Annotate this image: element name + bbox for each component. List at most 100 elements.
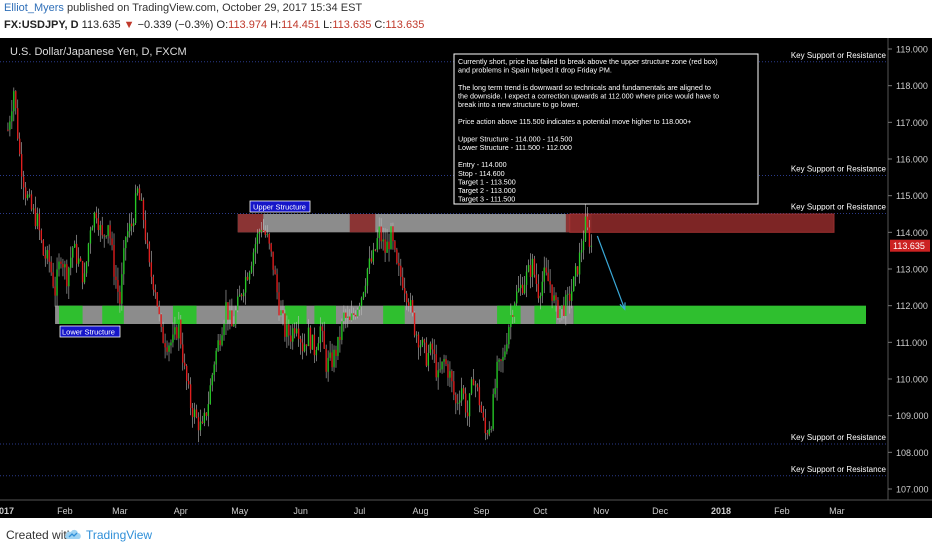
open-value: 113.974 <box>228 19 268 31</box>
candle-down <box>407 302 410 306</box>
candle-down <box>423 339 426 343</box>
candle-up <box>105 235 107 237</box>
candle-down <box>272 251 274 270</box>
candle-down <box>455 394 457 404</box>
candle-up <box>468 393 471 417</box>
candle-down <box>109 225 111 239</box>
candle-down <box>512 315 514 317</box>
candle-down <box>119 291 121 304</box>
candle-up <box>215 350 217 365</box>
price-tick-label: 110.000 <box>896 375 928 385</box>
candle-down <box>191 407 194 418</box>
time-tick-label: Apr <box>174 506 188 516</box>
candle-up <box>252 252 255 266</box>
candle-down <box>160 314 162 327</box>
author-link[interactable]: Elliot_Myers <box>4 2 64 14</box>
candle-up <box>207 404 209 416</box>
candle-up <box>366 268 369 286</box>
candle-up <box>317 343 319 351</box>
candle-down <box>20 154 23 177</box>
candle-down <box>394 241 396 250</box>
candle-up <box>531 258 534 278</box>
candle-down <box>66 264 68 287</box>
high-value: 114.451 <box>281 19 321 31</box>
candle-up <box>239 294 241 297</box>
candle-up <box>368 258 371 269</box>
candle-down <box>219 340 221 346</box>
candle-down <box>278 292 280 316</box>
open-label: O: <box>216 19 229 31</box>
candle-up <box>260 229 263 232</box>
close-value: 113.635 <box>385 19 425 31</box>
candle-down <box>478 387 481 406</box>
candle-down <box>529 265 532 278</box>
candle-down <box>40 230 43 241</box>
candle-down <box>586 216 589 228</box>
candle-down <box>195 409 198 418</box>
candle-up <box>490 428 492 430</box>
candle-down <box>189 384 192 408</box>
candle-up <box>168 345 170 352</box>
candle-up <box>429 343 431 353</box>
candle-up <box>504 351 506 358</box>
candle-down <box>7 129 9 131</box>
tradingview-brand[interactable]: TradingView <box>86 528 152 542</box>
candle-up <box>358 306 361 310</box>
candle-down <box>301 342 304 352</box>
price-chart[interactable]: Key Support or Resistance118.652Key Supp… <box>0 38 932 518</box>
candle-down <box>480 405 483 413</box>
candle-up <box>225 302 227 324</box>
candle-down <box>227 302 229 320</box>
candle-down <box>388 241 390 250</box>
time-tick-label: Dec <box>652 506 669 516</box>
candle-up <box>517 288 520 292</box>
candle-up <box>296 328 298 334</box>
candle-up <box>28 194 31 196</box>
upper-structure-label: Upper Structure <box>253 203 306 212</box>
candle-up <box>89 230 92 244</box>
candle-up <box>351 313 353 321</box>
projection <box>596 235 626 311</box>
candle-down <box>154 289 156 293</box>
candle-up <box>199 421 202 431</box>
candle-down <box>146 240 149 244</box>
candle-down <box>331 352 333 368</box>
candle-down <box>297 328 300 339</box>
candle-up <box>266 234 268 236</box>
candle-up <box>292 328 294 342</box>
candle-up <box>510 315 512 328</box>
candle-up <box>64 264 66 268</box>
candle-down <box>462 388 465 394</box>
symbol-label[interactable]: FX:USDJPY, D <box>4 19 79 31</box>
candle-down <box>115 276 117 281</box>
short-zone <box>569 213 835 233</box>
candle-up <box>129 223 131 232</box>
candle-up <box>315 350 318 356</box>
candle-down <box>294 328 296 334</box>
candle-up <box>337 336 339 356</box>
candle-down <box>447 364 449 378</box>
candle-up <box>415 334 418 336</box>
analysis-note-line: and problems in Spain helped it drop Fri… <box>458 66 612 75</box>
candle-up <box>13 91 15 112</box>
candle-down <box>150 262 153 277</box>
candle-down <box>288 324 290 336</box>
candle-up <box>474 384 477 386</box>
chart-panel[interactable]: Key Support or Resistance118.652Key Supp… <box>0 38 932 518</box>
time-tick-label: Jun <box>293 506 308 516</box>
candle-up <box>229 310 231 320</box>
candle-up <box>172 334 174 343</box>
upper-structure-zone <box>237 214 592 233</box>
candle-up <box>250 265 253 273</box>
candle-up <box>574 266 577 277</box>
candle-down <box>533 258 536 275</box>
candle-up <box>386 241 388 253</box>
candle-up <box>571 291 573 301</box>
candle-up <box>327 357 329 372</box>
key-level-label: Key Support or Resistance <box>791 51 887 60</box>
change-value: −0.339 (−0.3%) <box>137 19 214 31</box>
time-tick-label: Oct <box>533 506 548 516</box>
candle-down <box>282 310 284 314</box>
candle-down <box>569 293 571 301</box>
time-tick-label: Aug <box>412 506 428 516</box>
